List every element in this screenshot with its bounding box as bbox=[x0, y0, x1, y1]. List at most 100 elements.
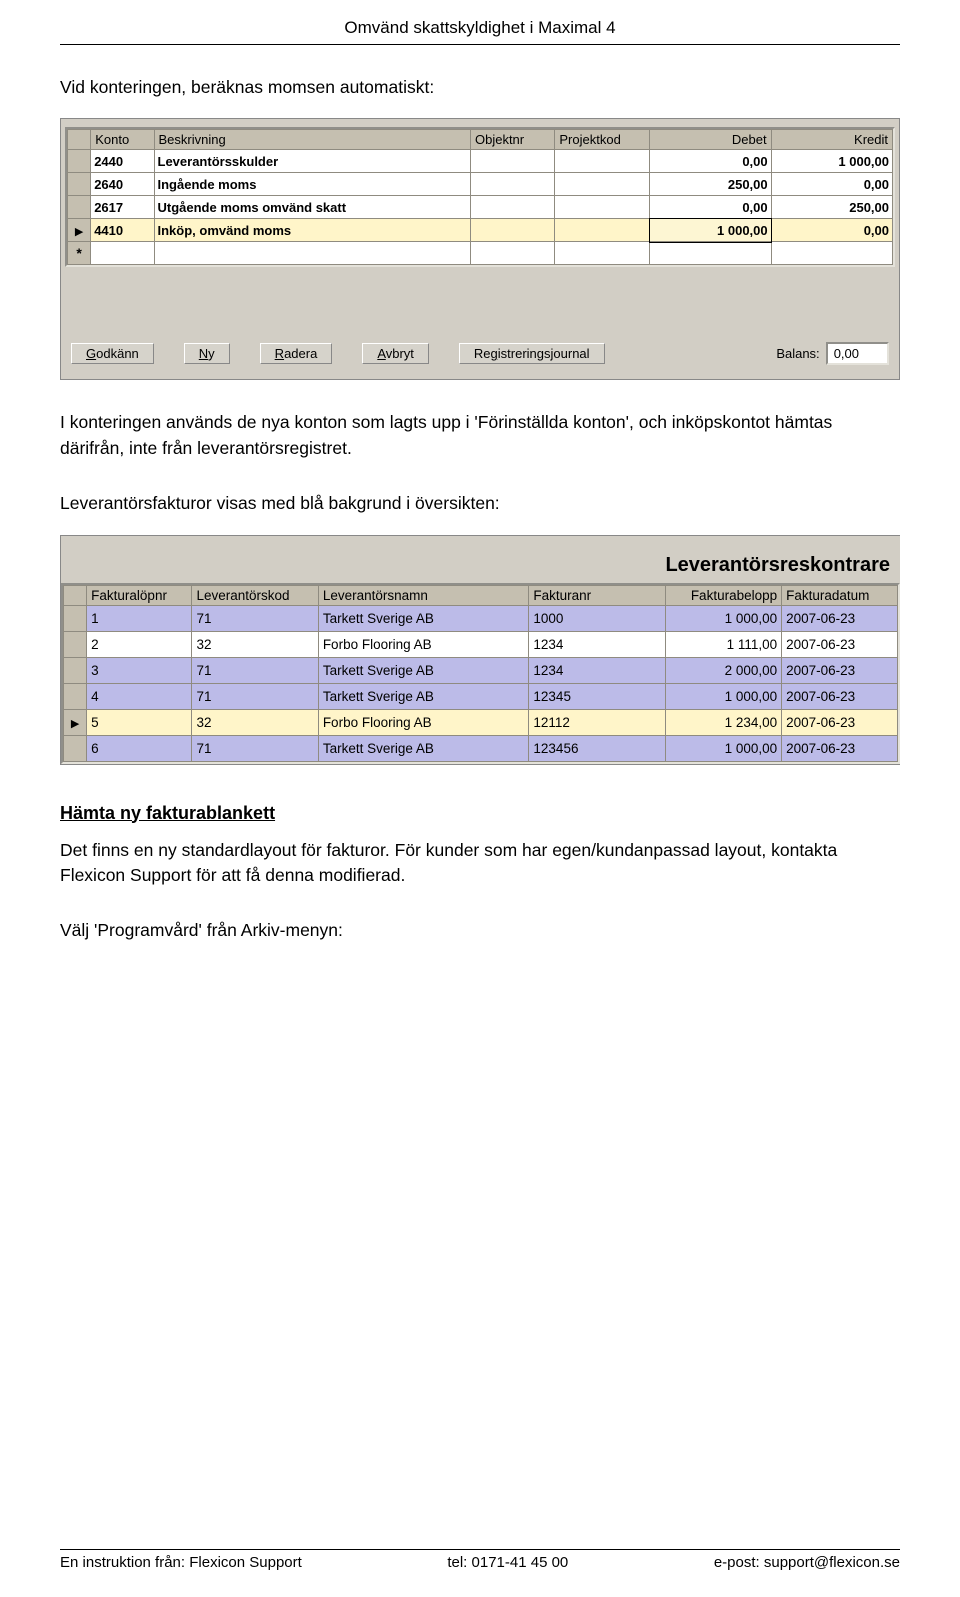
row-marker bbox=[64, 605, 87, 631]
cell-objektnr[interactable] bbox=[470, 196, 554, 219]
cell-debet[interactable]: 0,00 bbox=[650, 150, 771, 173]
cell-beskrivning[interactable]: Inköp, omvänd moms bbox=[154, 219, 470, 242]
cell-levnamn[interactable]: Forbo Flooring AB bbox=[318, 709, 529, 735]
kontering-row[interactable]: ▶4410Inköp, omvänd moms1 000,000,00 bbox=[68, 219, 893, 242]
cell-fakturanr[interactable]: 123456 bbox=[529, 735, 666, 761]
cell-datum[interactable]: 2007-06-23 bbox=[782, 683, 898, 709]
reskontra-row[interactable]: 171Tarkett Sverige AB10001 000,002007-06… bbox=[64, 605, 898, 631]
cell-lopnr[interactable]: 6 bbox=[87, 735, 192, 761]
cell-projektkod[interactable] bbox=[555, 150, 650, 173]
reskontra-row[interactable]: 232Forbo Flooring AB12341 111,002007-06-… bbox=[64, 631, 898, 657]
kontering-row[interactable]: 2617Utgående moms omvänd skatt 0,00250,00 bbox=[68, 196, 893, 219]
registreringsjournal-button[interactable]: Registreringsjournal bbox=[459, 343, 605, 364]
cell-belopp[interactable]: 1 234,00 bbox=[666, 709, 782, 735]
kontering-new-row[interactable]: * bbox=[68, 242, 893, 265]
cell-datum[interactable]: 2007-06-23 bbox=[782, 657, 898, 683]
cell-debet[interactable]: 1 000,00 bbox=[650, 219, 771, 242]
cell-fakturanr[interactable]: 1234 bbox=[529, 657, 666, 683]
cell-lopnr[interactable]: 4 bbox=[87, 683, 192, 709]
cell-konto[interactable]: 2617 bbox=[91, 196, 154, 219]
cell-kredit[interactable]: 0,00 bbox=[771, 219, 892, 242]
cell-belopp[interactable]: 1 000,00 bbox=[666, 735, 782, 761]
cell-lopnr[interactable]: 5 bbox=[87, 709, 192, 735]
cell-objektnr[interactable] bbox=[470, 150, 554, 173]
cell-projektkod[interactable] bbox=[555, 242, 650, 265]
cell-beskrivning[interactable] bbox=[154, 242, 470, 265]
cell-levnamn[interactable]: Tarkett Sverige AB bbox=[318, 605, 529, 631]
footer-rule bbox=[60, 1549, 900, 1550]
header-rule bbox=[60, 44, 900, 45]
cell-belopp[interactable]: 1 000,00 bbox=[666, 683, 782, 709]
col-objektnr[interactable]: Objektnr bbox=[470, 130, 554, 150]
cell-projektkod[interactable] bbox=[555, 196, 650, 219]
cell-levnamn[interactable]: Tarkett Sverige AB bbox=[318, 683, 529, 709]
cell-objektnr[interactable] bbox=[470, 173, 554, 196]
cell-levnamn[interactable]: Forbo Flooring AB bbox=[318, 631, 529, 657]
cell-debet[interactable] bbox=[650, 242, 771, 265]
kontering-header-row: Konto Beskrivning Objektnr Projektkod De… bbox=[68, 130, 893, 150]
col-leverantorsnamn[interactable]: Leverantörsnamn bbox=[318, 585, 529, 605]
cell-lopnr[interactable]: 2 bbox=[87, 631, 192, 657]
cell-konto[interactable]: 2640 bbox=[91, 173, 154, 196]
col-kredit[interactable]: Kredit bbox=[771, 130, 892, 150]
col-fakturalonr[interactable]: Fakturalöpnr bbox=[87, 585, 192, 605]
reskontra-row[interactable]: ▶532Forbo Flooring AB121121 234,002007-0… bbox=[64, 709, 898, 735]
col-fakturadatum[interactable]: Fakturadatum bbox=[782, 585, 898, 605]
cell-debet[interactable]: 250,00 bbox=[650, 173, 771, 196]
cell-konto[interactable]: 4410 bbox=[91, 219, 154, 242]
radera-button[interactable]: Radera bbox=[260, 343, 333, 364]
cell-datum[interactable]: 2007-06-23 bbox=[782, 709, 898, 735]
cell-kredit[interactable]: 1 000,00 bbox=[771, 150, 892, 173]
cell-konto[interactable] bbox=[91, 242, 154, 265]
cell-debet[interactable]: 0,00 bbox=[650, 196, 771, 219]
cell-kredit[interactable] bbox=[771, 242, 892, 265]
kontering-row[interactable]: 2640Ingående moms 250,000,00 bbox=[68, 173, 893, 196]
col-debet[interactable]: Debet bbox=[650, 130, 771, 150]
cell-datum[interactable]: 2007-06-23 bbox=[782, 605, 898, 631]
reskontra-row[interactable]: 671Tarkett Sverige AB1234561 000,002007-… bbox=[64, 735, 898, 761]
cell-levkod[interactable]: 71 bbox=[192, 657, 318, 683]
cell-datum[interactable]: 2007-06-23 bbox=[782, 735, 898, 761]
cell-lopnr[interactable]: 1 bbox=[87, 605, 192, 631]
col-projektkod[interactable]: Projektkod bbox=[555, 130, 650, 150]
col-fakturanr[interactable]: Fakturanr bbox=[529, 585, 666, 605]
cell-belopp[interactable]: 2 000,00 bbox=[666, 657, 782, 683]
row-marker bbox=[64, 657, 87, 683]
cell-kredit[interactable]: 0,00 bbox=[771, 173, 892, 196]
ny-button[interactable]: Ny bbox=[184, 343, 230, 364]
cell-levnamn[interactable]: Tarkett Sverige AB bbox=[318, 735, 529, 761]
cell-levkod[interactable]: 71 bbox=[192, 735, 318, 761]
cell-beskrivning[interactable]: Leverantörsskulder bbox=[154, 150, 470, 173]
godkann-button[interactable]: Godkänn bbox=[71, 343, 154, 364]
cell-projektkod[interactable] bbox=[555, 219, 650, 242]
cell-levnamn[interactable]: Tarkett Sverige AB bbox=[318, 657, 529, 683]
cell-levkod[interactable]: 71 bbox=[192, 683, 318, 709]
cell-levkod[interactable]: 32 bbox=[192, 631, 318, 657]
reskontra-row[interactable]: 471Tarkett Sverige AB123451 000,002007-0… bbox=[64, 683, 898, 709]
col-leverantorskod[interactable]: Leverantörskod bbox=[192, 585, 318, 605]
col-beskrivning[interactable]: Beskrivning bbox=[154, 130, 470, 150]
cell-levkod[interactable]: 71 bbox=[192, 605, 318, 631]
cell-konto[interactable]: 2440 bbox=[91, 150, 154, 173]
cell-belopp[interactable]: 1 000,00 bbox=[666, 605, 782, 631]
cell-fakturanr[interactable]: 1000 bbox=[529, 605, 666, 631]
avbryt-button[interactable]: Avbryt bbox=[362, 343, 429, 364]
cell-lopnr[interactable]: 3 bbox=[87, 657, 192, 683]
kontering-table: Konto Beskrivning Objektnr Projektkod De… bbox=[67, 129, 893, 265]
col-fakturabelopp[interactable]: Fakturabelopp bbox=[666, 585, 782, 605]
cell-beskrivning[interactable]: Ingående moms bbox=[154, 173, 470, 196]
cell-beskrivning[interactable]: Utgående moms omvänd skatt bbox=[154, 196, 470, 219]
cell-objektnr[interactable] bbox=[470, 242, 554, 265]
cell-levkod[interactable]: 32 bbox=[192, 709, 318, 735]
cell-objektnr[interactable] bbox=[470, 219, 554, 242]
cell-fakturanr[interactable]: 12345 bbox=[529, 683, 666, 709]
cell-projektkod[interactable] bbox=[555, 173, 650, 196]
kontering-row[interactable]: 2440Leverantörsskulder 0,001 000,00 bbox=[68, 150, 893, 173]
cell-datum[interactable]: 2007-06-23 bbox=[782, 631, 898, 657]
cell-belopp[interactable]: 1 111,00 bbox=[666, 631, 782, 657]
cell-fakturanr[interactable]: 12112 bbox=[529, 709, 666, 735]
cell-kredit[interactable]: 250,00 bbox=[771, 196, 892, 219]
reskontra-row[interactable]: 371Tarkett Sverige AB12342 000,002007-06… bbox=[64, 657, 898, 683]
cell-fakturanr[interactable]: 1234 bbox=[529, 631, 666, 657]
col-konto[interactable]: Konto bbox=[91, 130, 154, 150]
